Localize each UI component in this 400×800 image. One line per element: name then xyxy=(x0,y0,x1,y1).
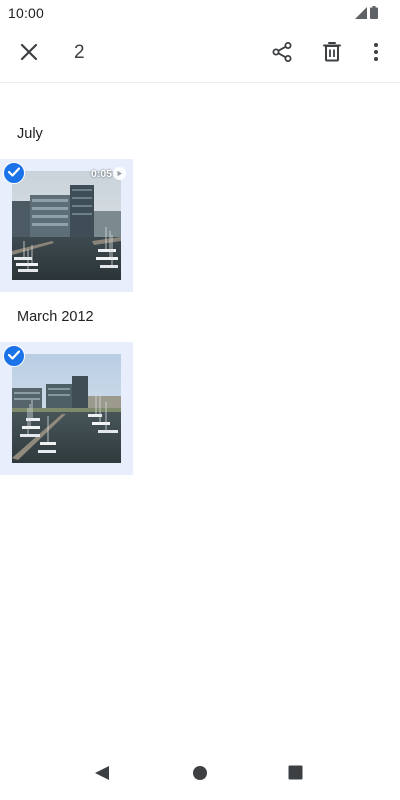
play-icon xyxy=(113,167,126,180)
selected-check-badge[interactable] xyxy=(3,345,25,367)
media-tile-video[interactable]: 0:05 xyxy=(0,159,133,292)
share-button[interactable] xyxy=(262,34,302,74)
nav-back-button[interactable] xyxy=(89,762,115,788)
home-icon xyxy=(192,765,208,786)
status-bar: 10:00 xyxy=(0,0,400,26)
more-vert-icon xyxy=(373,42,379,67)
section-header-july: July xyxy=(17,126,43,142)
video-duration: 0:05 xyxy=(90,168,112,180)
nav-recents-button[interactable] xyxy=(282,762,308,788)
delete-icon xyxy=(322,41,342,68)
delete-button[interactable] xyxy=(312,34,352,74)
nav-home-button[interactable] xyxy=(187,762,213,788)
battery-icon xyxy=(370,6,378,24)
more-options-button[interactable] xyxy=(356,34,396,74)
video-thumbnail xyxy=(12,171,121,280)
photo-thumbnail xyxy=(12,354,121,463)
check-icon xyxy=(7,164,21,182)
signal-icon xyxy=(355,6,367,24)
photos-selection-screen: 10:00 2 July 0:05 March 2012 xyxy=(0,0,400,800)
selected-count: 2 xyxy=(74,42,85,63)
share-icon xyxy=(271,41,293,68)
system-navigation-bar xyxy=(0,750,400,800)
check-icon xyxy=(7,347,21,365)
back-icon xyxy=(94,765,110,786)
selection-action-bar: 2 xyxy=(0,26,400,83)
close-icon xyxy=(20,43,38,66)
status-time: 10:00 xyxy=(8,5,45,21)
section-header-march-2012: March 2012 xyxy=(17,309,94,325)
recents-icon xyxy=(288,765,303,785)
close-selection-button[interactable] xyxy=(9,34,49,74)
selected-check-badge[interactable] xyxy=(3,162,25,184)
status-icons xyxy=(355,6,378,24)
media-tile-photo[interactable] xyxy=(0,342,133,475)
